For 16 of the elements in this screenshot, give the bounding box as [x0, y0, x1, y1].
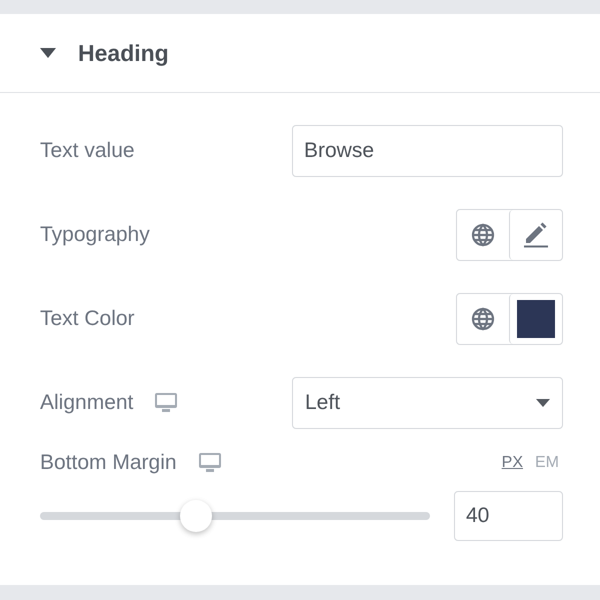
unit-tab[interactable]: PX: [502, 454, 523, 472]
caret-icon: [536, 399, 550, 407]
section-header[interactable]: Heading: [0, 14, 600, 93]
pencil-icon: [523, 222, 549, 248]
control-label: Text value: [40, 139, 135, 163]
number-input[interactable]: 40: [454, 491, 563, 541]
control-label: Bottom Margin: [40, 451, 177, 475]
section-title: Heading: [78, 40, 169, 66]
globe-icon: [471, 223, 495, 247]
alignment-select[interactable]: Left: [292, 377, 563, 429]
control-label: Typography: [40, 223, 150, 247]
control-label: Text Color: [40, 307, 135, 331]
text-input[interactable]: Browse: [292, 125, 563, 177]
globe-icon: [471, 307, 495, 331]
control-label: Alignment: [40, 391, 134, 415]
slider-thumb[interactable]: [180, 500, 212, 532]
